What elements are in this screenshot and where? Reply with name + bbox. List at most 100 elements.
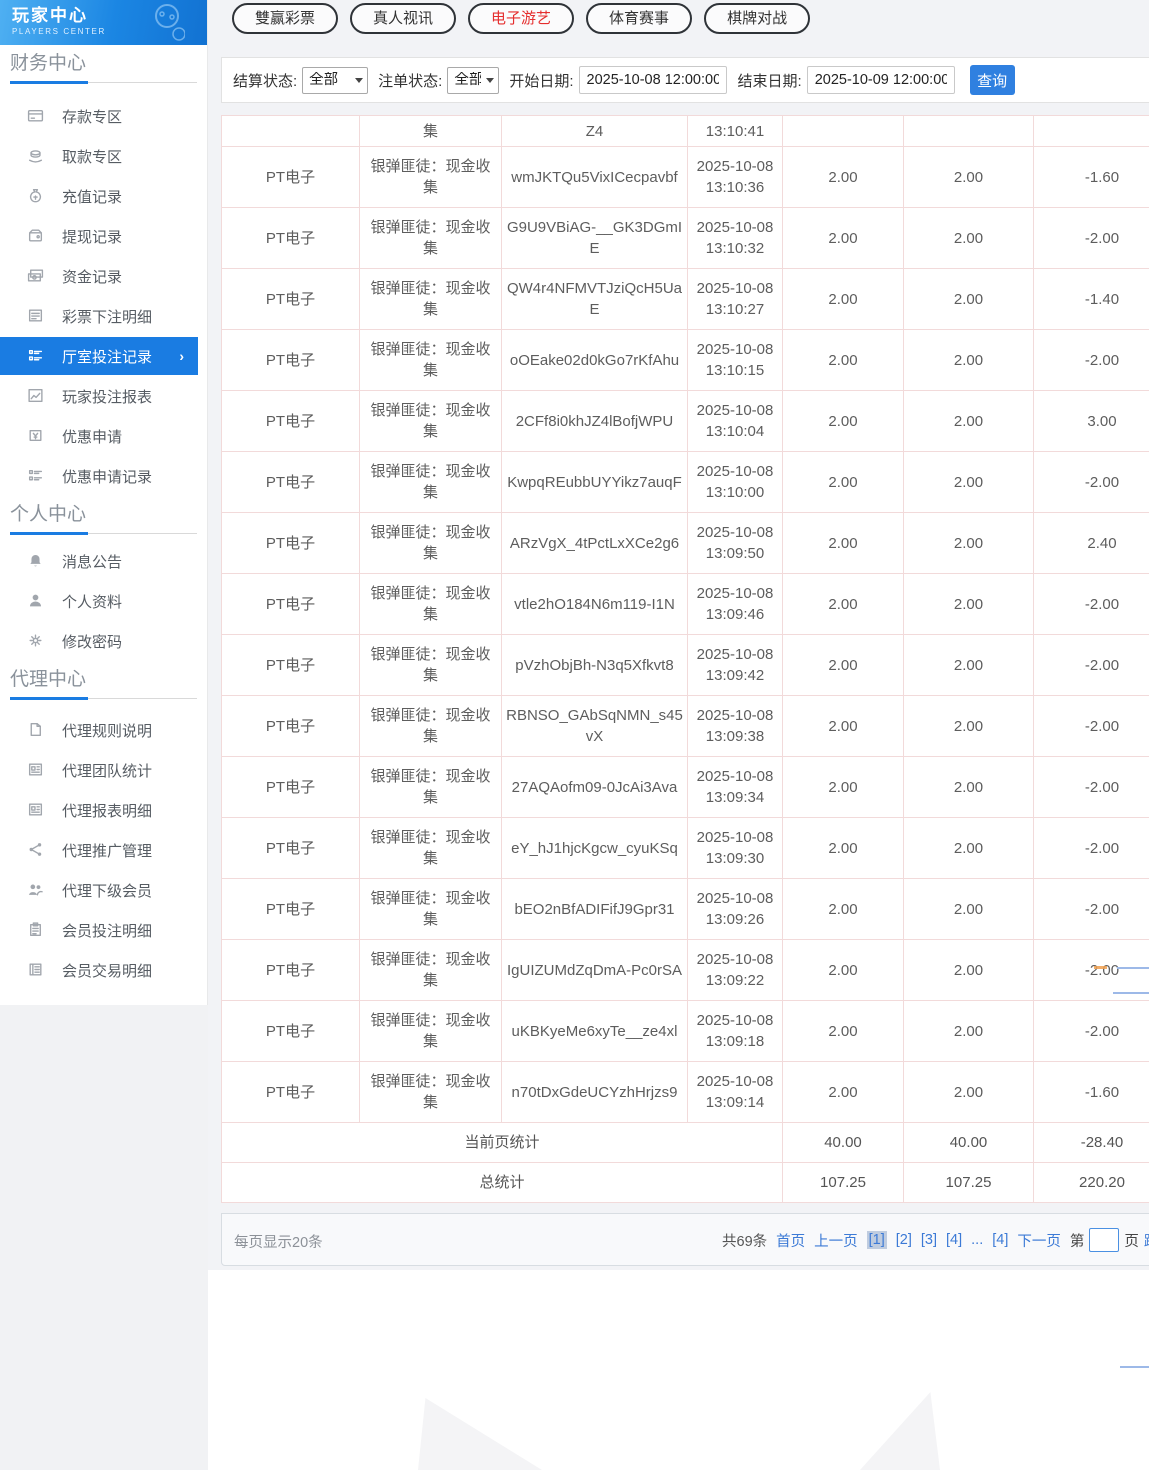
- sidebar-item[interactable]: 代理报表明细: [0, 790, 207, 830]
- sidebar-nav: 财务中心存款专区取款专区充值记录提现记录资金记录彩票下注明细厅室投注记录›玩家投…: [0, 53, 207, 990]
- sidebar-panel: 玩家中心 PLAYERS CENTER 财务中心存款专区取款专区充值记录提现记录…: [0, 0, 208, 1005]
- page-link[interactable]: ...: [971, 1232, 983, 1248]
- table-row: PT电子银弹匪徒：现金收集wmJKTQu5VixICecpavbf2025-10…: [222, 147, 1149, 208]
- cell-game-name: 银弹匪徒：现金收集: [360, 330, 502, 391]
- cell-game-type: PT电子: [222, 635, 360, 696]
- sidebar-item[interactable]: 代理下级会员: [0, 870, 207, 910]
- page-link[interactable]: [4]: [946, 1232, 962, 1248]
- tab-sports[interactable]: 体育赛事: [586, 3, 692, 34]
- sidebar-section-items: 存款专区取款专区充值记录提现记录资金记录彩票下注明细厅室投注记录›玩家投注报表优…: [0, 96, 207, 496]
- sidebar-item[interactable]: 代理推广管理: [0, 830, 207, 870]
- cell-win-loss: -2.00: [1034, 1001, 1149, 1062]
- cell-game-type: PT电子: [222, 513, 360, 574]
- table-row: PT电子银弹匪徒：现金收集eY_hJ1hjcKgcw_cyuKSq2025-10…: [222, 818, 1149, 879]
- sidebar-item-label: 优惠申请: [62, 426, 122, 447]
- sidebar-item[interactable]: 优惠申请: [0, 416, 207, 456]
- end-date-input[interactable]: [807, 66, 955, 94]
- sidebar-item[interactable]: 资金记录: [0, 256, 207, 296]
- sidebar-item-label: 会员投注明细: [62, 920, 152, 941]
- cell-bet-amount: 2.00: [783, 513, 904, 574]
- tab-live-casino[interactable]: 真人视讯: [350, 3, 456, 34]
- tab-board-games[interactable]: 棋牌对战: [704, 3, 810, 34]
- sidebar-item[interactable]: 取款专区: [0, 136, 207, 176]
- promotion-share-icon: [27, 841, 45, 859]
- sidebar-item-label: 资金记录: [62, 266, 122, 287]
- cell-valid-amount: 2.00: [904, 330, 1034, 391]
- cell-win-loss: -2.00: [1034, 879, 1149, 940]
- page-link-current[interactable]: [1]: [867, 1231, 887, 1249]
- query-button[interactable]: 查询: [970, 65, 1015, 95]
- sidebar-item[interactable]: 厅室投注记录›: [0, 337, 198, 375]
- cell-order-id: G9U9VBiAG-__GK3DGmIE: [502, 208, 688, 269]
- jump-button[interactable]: 跳转: [1144, 1230, 1149, 1251]
- cell-game-name: 银弹匪徒：现金收集: [360, 1001, 502, 1062]
- cell-win-loss: -2.00: [1034, 696, 1149, 757]
- page-link[interactable]: 首页: [776, 1230, 805, 1251]
- main-area: 雙赢彩票真人视讯电子游艺体育赛事棋牌对战 结算状态: 全部 注单状态: 全部 开…: [208, 0, 1149, 1470]
- table-row: PT电子银弹匪徒：现金收集vtle2hO184N6m119-I1N2025-10…: [222, 574, 1149, 635]
- cell-bet-amount: 2.00: [783, 269, 904, 330]
- sidebar-item[interactable]: 代理团队统计: [0, 750, 207, 790]
- cell-game-type: PT电子: [222, 757, 360, 818]
- page-link[interactable]: [2]: [896, 1232, 912, 1248]
- sidebar-item[interactable]: 提现记录: [0, 216, 207, 256]
- sidebar-item[interactable]: 个人资料: [0, 581, 207, 621]
- sidebar-item[interactable]: 修改密码: [0, 621, 207, 661]
- cell-bet-amount: 2.00: [783, 1062, 904, 1123]
- cell-bet-amount: 2.00: [783, 635, 904, 696]
- sidebar-item[interactable]: 彩票下注明细: [0, 296, 207, 336]
- page-link[interactable]: [4]: [992, 1232, 1008, 1248]
- sidebar-item[interactable]: 玩家投注报表: [0, 376, 207, 416]
- table-row: PT电子银弹匪徒：现金收集pVzhObjBh-N3q5Xfkvt82025-10…: [222, 635, 1149, 696]
- sidebar-item-label: 修改密码: [62, 631, 122, 652]
- tab-lottery[interactable]: 雙赢彩票: [232, 3, 338, 34]
- deposit-icon: [27, 107, 45, 125]
- settle-status-label: 结算状态:: [233, 70, 297, 91]
- cell-bet-amount: 2.00: [783, 391, 904, 452]
- cell-game-type: PT电子: [222, 208, 360, 269]
- sidebar-item[interactable]: 会员投注明细: [0, 910, 207, 950]
- cell-valid-amount: 2.00: [904, 574, 1034, 635]
- cell-bet-time: 2025-10-0813:10:15: [688, 330, 783, 391]
- cell-bet-amount: 2.00: [783, 757, 904, 818]
- cell-game-name: 银弹匪徒：现金收集: [360, 1062, 502, 1123]
- cell-valid-amount: 2.00: [904, 757, 1034, 818]
- jump-prefix-label: 第: [1070, 1230, 1085, 1251]
- decorative-triangle: [860, 1392, 940, 1470]
- promo-record-icon: [27, 467, 45, 485]
- game-category-tabs: 雙赢彩票真人视讯电子游艺体育赛事棋牌对战: [221, 0, 1149, 34]
- sidebar-item-label: 代理规则说明: [62, 720, 152, 741]
- order-status-select[interactable]: 全部: [447, 67, 499, 94]
- tab-slots[interactable]: 电子游艺: [468, 3, 574, 34]
- table-row: PT电子银弹匪徒：现金收集KwpqREubbUYYikz7auqF2025-10…: [222, 452, 1149, 513]
- cell-game-type: PT电子: [222, 940, 360, 1001]
- page-jump-input[interactable]: [1089, 1228, 1119, 1252]
- team-stats-icon: [27, 761, 45, 779]
- withdraw-icon: [27, 147, 45, 165]
- sidebar-item-label: 玩家投注报表: [62, 386, 152, 407]
- page-link[interactable]: 上一页: [814, 1230, 858, 1251]
- cell-valid-amount: 2.00: [904, 696, 1034, 757]
- start-date-input[interactable]: [579, 66, 727, 94]
- sidebar-item[interactable]: 会员交易明细: [0, 950, 207, 990]
- sidebar-item[interactable]: 代理规则说明: [0, 710, 207, 750]
- gamepad-icon: [145, 2, 185, 42]
- sidebar-item[interactable]: 存款专区: [0, 96, 207, 136]
- sidebar-item[interactable]: 优惠申请记录: [0, 456, 207, 496]
- sidebar-item-label: 厅室投注记录: [62, 346, 152, 367]
- sidebar-item[interactable]: 消息公告: [0, 541, 207, 581]
- funds-record-icon: [27, 267, 45, 285]
- summary-valid-amount: 40.00: [904, 1123, 1034, 1163]
- start-date-label: 开始日期:: [509, 70, 573, 91]
- table-row: PT电子银弹匪徒：现金收集ARzVgX_4tPctLxXCe2g62025-10…: [222, 513, 1149, 574]
- cell-game-name: 银弹匪徒：现金收集: [360, 574, 502, 635]
- page-link[interactable]: [3]: [921, 1232, 937, 1248]
- sidebar-item-label: 存款专区: [62, 106, 122, 127]
- sidebar-item-label: 消息公告: [62, 551, 122, 572]
- page-link[interactable]: 下一页: [1017, 1230, 1061, 1251]
- table-row: PT电子银弹匪徒：现金收集bEO2nBfADIFifJ9Gpr312025-10…: [222, 879, 1149, 940]
- cell-valid-amount: 2.00: [904, 635, 1034, 696]
- settle-status-select[interactable]: 全部: [302, 67, 368, 94]
- table-row: PT电子银弹匪徒：现金收集RBNSO_GAbSqNMN_s45vX2025-10…: [222, 696, 1149, 757]
- sidebar-item[interactable]: 充值记录: [0, 176, 207, 216]
